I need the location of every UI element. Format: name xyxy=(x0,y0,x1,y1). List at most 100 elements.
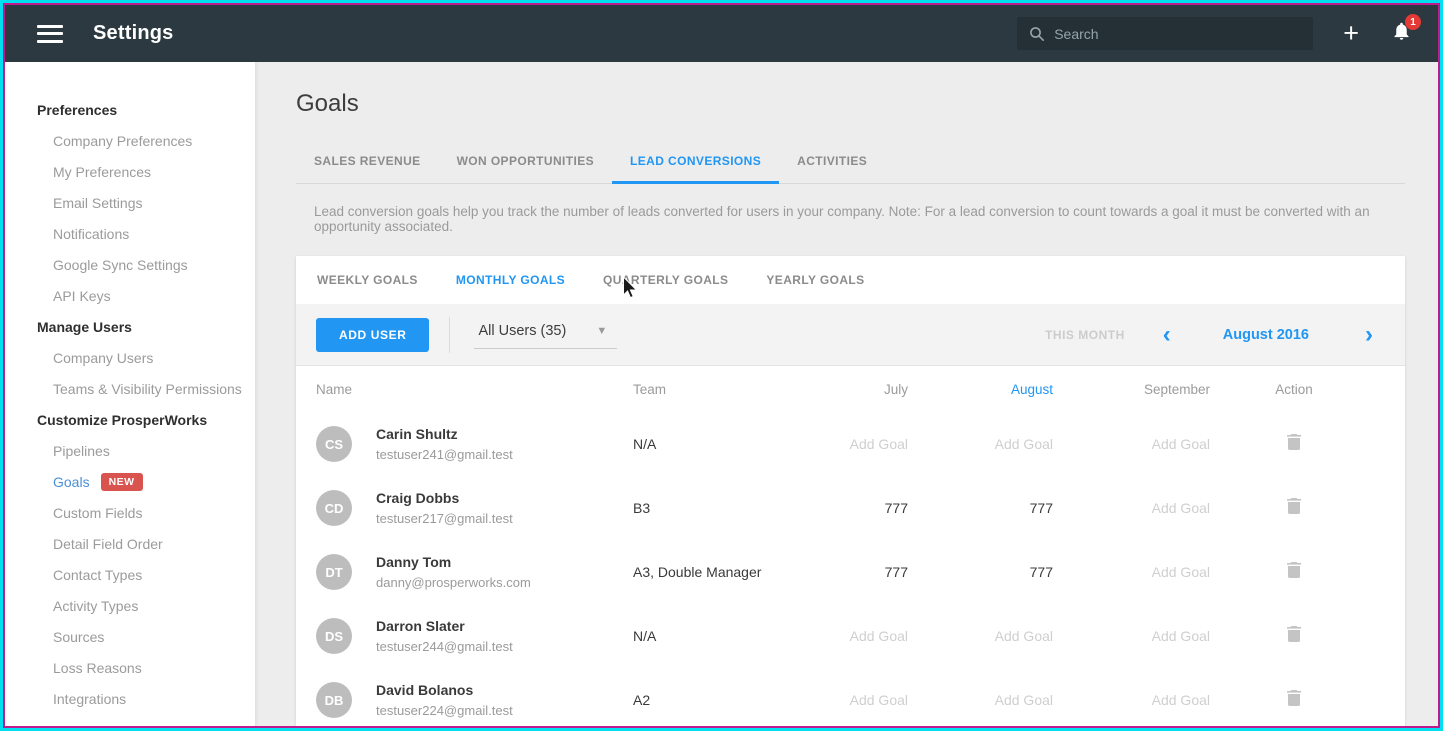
team-cell: N/A xyxy=(633,436,657,452)
add-goal-link[interactable]: Add Goal xyxy=(850,692,908,708)
goal-value[interactable]: 777 xyxy=(885,564,908,580)
trash-icon xyxy=(1287,498,1301,514)
sidebar-item-detail-field-order[interactable]: Detail Field Order xyxy=(5,528,255,559)
sidebar-item-loss-reasons[interactable]: Loss Reasons xyxy=(5,652,255,683)
goal-cell: Add Goal xyxy=(833,692,908,708)
add-goal-link[interactable]: Add Goal xyxy=(1152,564,1210,580)
sidebar-section-preferences: Preferences xyxy=(37,101,118,118)
action-cell xyxy=(1210,497,1378,519)
goal-value[interactable]: 777 xyxy=(1030,564,1053,580)
sidebar-item-label: My Preferences xyxy=(53,163,152,180)
column-header-august: August xyxy=(1010,381,1053,397)
avatar: DS xyxy=(316,618,352,654)
sidebar-item-contact-types[interactable]: Contact Types xyxy=(5,559,255,590)
goal-value[interactable]: 777 xyxy=(885,500,908,516)
delete-user-button[interactable] xyxy=(1287,497,1301,519)
sidebar-item-activity-types[interactable]: Activity Types xyxy=(5,590,255,621)
hamburger-menu-icon[interactable] xyxy=(37,20,63,47)
search-icon xyxy=(1030,26,1045,41)
user-email: testuser224@gmail.test xyxy=(376,703,513,718)
sidebar-item-email-settings[interactable]: Email Settings xyxy=(5,187,255,218)
user-cell: DB David Bolanos testuser224@gmail.test xyxy=(316,682,633,718)
delete-user-button[interactable] xyxy=(1287,625,1301,647)
add-goal-link[interactable]: Add Goal xyxy=(995,692,1053,708)
add-goal-link[interactable]: Add Goal xyxy=(1152,500,1210,516)
trash-icon xyxy=(1287,690,1301,706)
this-month-button[interactable]: THIS MONTH xyxy=(1045,328,1125,342)
user-filter-value: All Users (35) xyxy=(478,322,567,339)
subtab-quarterly-goals[interactable]: QUARTERLY GOALS xyxy=(584,273,747,287)
goal-cell: Add Goal xyxy=(833,436,908,452)
search-input[interactable]: Search xyxy=(1017,17,1314,50)
delete-user-button[interactable] xyxy=(1287,433,1301,455)
goal-value[interactable]: 777 xyxy=(1030,500,1053,516)
current-period-label[interactable]: August 2016 xyxy=(1223,327,1309,343)
sidebar-item-pipelines[interactable]: Pipelines xyxy=(5,435,255,466)
subtab-monthly-goals[interactable]: MONTHLY GOALS xyxy=(437,273,584,287)
subtab-yearly-goals[interactable]: YEARLY GOALS xyxy=(747,273,883,287)
add-goal-link[interactable]: Add Goal xyxy=(995,436,1053,452)
sidebar-item-sources[interactable]: Sources xyxy=(5,621,255,652)
sidebar-item-label: Goals xyxy=(53,473,90,490)
user-identity: David Bolanos testuser224@gmail.test xyxy=(376,682,513,718)
user-email: testuser244@gmail.test xyxy=(376,639,513,654)
add-goal-link[interactable]: Add Goal xyxy=(995,628,1053,644)
chevron-down-icon: ▼ xyxy=(596,324,608,337)
delete-user-button[interactable] xyxy=(1287,561,1301,583)
search-placeholder: Search xyxy=(1054,25,1099,42)
action-cell xyxy=(1210,689,1378,711)
trash-icon xyxy=(1287,434,1301,450)
add-goal-link[interactable]: Add Goal xyxy=(850,436,908,452)
delete-user-button[interactable] xyxy=(1287,689,1301,711)
add-goal-link[interactable]: Add Goal xyxy=(1152,436,1210,452)
sidebar-item-label: Google Sync Settings xyxy=(53,256,188,273)
table-header: Name Team July August September Action xyxy=(296,366,1405,412)
sidebar-item-teams-visibility-permissions[interactable]: Teams & Visibility Permissions xyxy=(5,373,255,404)
sidebar-item-notifications[interactable]: Notifications xyxy=(5,218,255,249)
notification-count-badge: 1 xyxy=(1405,14,1421,30)
action-cell xyxy=(1210,625,1378,647)
add-goal-link[interactable]: Add Goal xyxy=(850,628,908,644)
sidebar-item-label: Contact Types xyxy=(53,566,143,583)
sidebar-item-label: Company Preferences xyxy=(53,132,193,149)
sidebar-item-goals[interactable]: Goals NEW xyxy=(5,466,255,497)
sidebar-item-label: Email Settings xyxy=(53,194,143,211)
user-name: David Bolanos xyxy=(376,682,474,698)
tab-lead-conversions[interactable]: LEAD CONVERSIONS xyxy=(612,142,780,184)
column-header-name: Name xyxy=(316,381,353,397)
add-button[interactable]: + xyxy=(1343,20,1359,47)
next-month-chevron-icon[interactable]: › xyxy=(1365,322,1373,347)
sidebar-item-google-sync-settings[interactable]: Google Sync Settings xyxy=(5,249,255,280)
column-header-action: Action xyxy=(1275,381,1313,397)
toolbar-divider xyxy=(449,316,451,353)
add-goal-link[interactable]: Add Goal xyxy=(1152,628,1210,644)
tab-won-opportunities[interactable]: WON OPPORTUNITIES xyxy=(439,142,612,184)
sidebar-item-company-users[interactable]: Company Users xyxy=(5,342,255,373)
sidebar-item-label: Loss Reasons xyxy=(53,659,142,676)
user-email: testuser241@gmail.test xyxy=(376,447,513,462)
add-goal-link[interactable]: Add Goal xyxy=(1152,692,1210,708)
sidebar-item-my-preferences[interactable]: My Preferences xyxy=(5,156,255,187)
column-header-july: July xyxy=(883,381,908,397)
sidebar-section-customize-prosperworks: Customize ProsperWorks xyxy=(37,411,208,428)
goal-cell: Add Goal xyxy=(1053,628,1210,644)
sidebar-item-integrations[interactable]: Integrations xyxy=(5,683,255,714)
prev-month-chevron-icon[interactable]: ‹ xyxy=(1163,322,1171,347)
add-user-button[interactable]: ADD USER xyxy=(316,317,430,352)
user-email: danny@prosperworks.com xyxy=(376,575,531,590)
tab-activities[interactable]: ACTIVITIES xyxy=(779,142,885,184)
page-title: Settings xyxy=(93,22,174,44)
user-name: Carin Shultz xyxy=(376,426,458,442)
tab-sales-revenue[interactable]: SALES REVENUE xyxy=(296,142,439,184)
team-cell: B3 xyxy=(633,500,651,516)
sidebar-item-custom-fields[interactable]: Custom Fields xyxy=(5,497,255,528)
goal-cell: Add Goal xyxy=(908,692,1053,708)
user-filter-select[interactable]: All Users (35) ▼ xyxy=(474,321,618,349)
sidebar-item-api-keys[interactable]: API Keys xyxy=(5,280,255,311)
subtab-weekly-goals[interactable]: WEEKLY GOALS xyxy=(298,273,437,287)
new-badge: NEW xyxy=(100,472,143,491)
notifications-button[interactable]: 1 xyxy=(1391,14,1421,47)
screen-frame: Settings Search + 1 Preferences Company P… xyxy=(0,0,1443,731)
sidebar-item-company-preferences[interactable]: Company Preferences xyxy=(5,125,255,156)
sidebar-item-label: Sources xyxy=(53,628,105,645)
